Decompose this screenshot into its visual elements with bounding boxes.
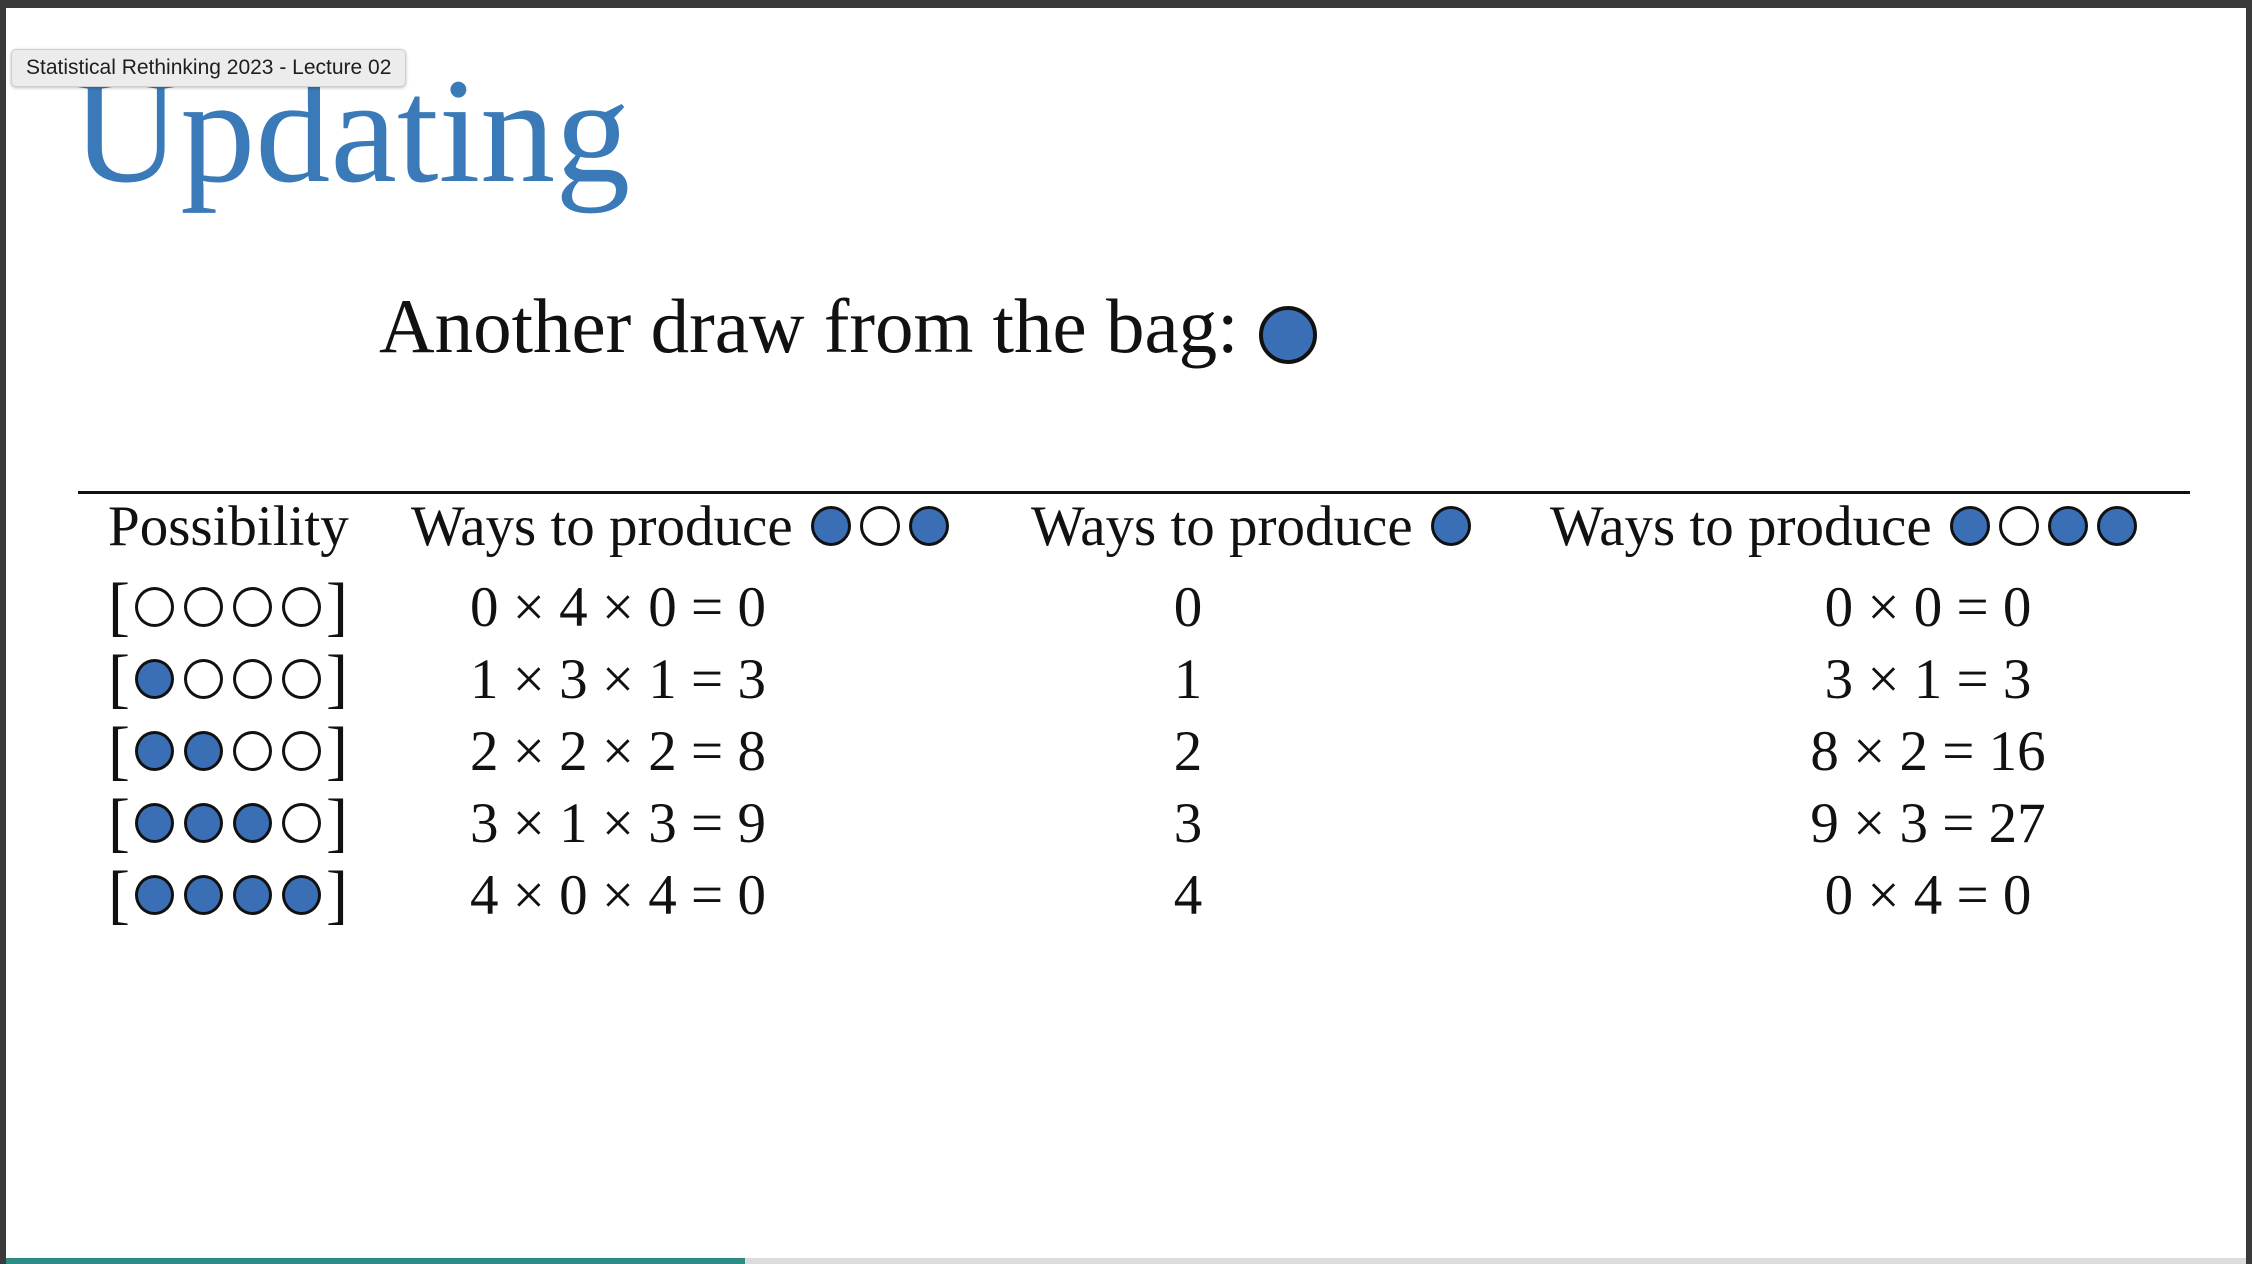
blue-marble-icon	[1430, 506, 1471, 546]
table-row: [] 2 × 2 × 2 = 8 2 8 × 2 = 16	[78, 715, 2190, 787]
subtitle-text: Another draw from the bag:	[379, 283, 1239, 369]
close-bracket: ]	[325, 714, 348, 787]
blue-marble-icon	[232, 875, 272, 915]
white-marble-icon	[134, 587, 174, 627]
new-ways-cell: 0	[1173, 575, 1203, 639]
white-marble-icon	[232, 587, 272, 627]
header-possibility: Possibility	[108, 491, 349, 561]
possibility-cell: []	[108, 787, 348, 859]
new-ways-cell: 4	[1173, 863, 1203, 927]
blue-marble-icon	[232, 803, 272, 843]
open-bracket: [	[108, 858, 130, 931]
updated-ways-cell: 3 × 1 = 3	[1824, 647, 2032, 711]
table-header: Possibility Ways to produce Ways to prod…	[78, 491, 2190, 566]
header-ways-new-label: Ways to produce	[1031, 494, 1413, 558]
updated-ways-cell: 8 × 2 = 16	[1810, 719, 2046, 783]
white-marble-icon	[281, 587, 321, 627]
white-marble-icon	[232, 731, 272, 771]
header-possibility-label: Possibility	[108, 494, 349, 558]
blue-marble-icon	[183, 803, 223, 843]
video-progress-fill	[6, 1258, 746, 1264]
blue-marble-icon	[134, 731, 174, 771]
header-ways-updated: Ways to produce	[1550, 491, 2137, 561]
open-bracket: [	[108, 570, 130, 643]
prior-ways-cell: 3 × 1 × 3 = 9	[470, 791, 766, 855]
table-row: [] 0 × 4 × 0 = 0 0 0 × 0 = 0	[78, 571, 2190, 643]
white-marble-icon	[232, 659, 272, 699]
white-marble-icon	[1998, 506, 2039, 546]
header-marble-sequence	[1949, 506, 2137, 546]
header-rule	[78, 491, 2190, 494]
prior-ways-cell: 4 × 0 × 4 = 0	[470, 863, 766, 927]
updated-ways-cell: 0 × 4 = 0	[1824, 863, 2032, 927]
prior-ways-cell: 1 × 3 × 1 = 3	[470, 647, 766, 711]
open-bracket: [	[108, 714, 130, 787]
blue-marble-icon	[908, 506, 949, 546]
blue-marble-icon	[810, 506, 851, 546]
table-row: [] 3 × 1 × 3 = 9 3 9 × 3 = 27	[78, 787, 2190, 859]
close-bracket: ]	[325, 786, 348, 859]
close-bracket: ]	[325, 858, 348, 931]
table-row: [] 4 × 0 × 4 = 0 4 0 × 4 = 0	[78, 859, 2190, 931]
blue-marble-icon	[134, 659, 174, 699]
possibility-cell: []	[108, 715, 348, 787]
table-row: [] 1 × 3 × 1 = 3 1 3 × 1 = 3	[78, 643, 2190, 715]
blue-marble-icon	[134, 803, 174, 843]
open-bracket: [	[108, 642, 130, 715]
slide-canvas: Updating Another draw from the bag: Poss…	[6, 8, 2246, 1264]
blue-marble-icon	[1258, 305, 1317, 364]
video-progress-bar[interactable]	[6, 1258, 2246, 1264]
blue-marble-icon	[134, 875, 174, 915]
slide-subtitle: Another draw from the bag:	[379, 288, 1317, 365]
white-marble-icon	[183, 659, 223, 699]
table-body: [] 0 × 4 × 0 = 0 0 0 × 0 = 0 [] 1 × 3 × 1 = 3…	[78, 571, 2190, 931]
window-frame-top	[0, 0, 2252, 8]
new-ways-cell: 1	[1173, 647, 1203, 711]
header-ways-prior: Ways to produce	[411, 491, 949, 561]
close-bracket: ]	[325, 642, 348, 715]
white-marble-icon	[859, 506, 900, 546]
blue-marble-icon	[183, 875, 223, 915]
blue-marble-icon	[2047, 506, 2088, 546]
header-ways-new: Ways to produce	[1031, 491, 1471, 561]
white-marble-icon	[183, 587, 223, 627]
updated-ways-cell: 9 × 3 = 27	[1810, 791, 2046, 855]
blue-marble-icon	[183, 731, 223, 771]
header-marble-sequence	[810, 506, 949, 546]
new-ways-cell: 2	[1173, 719, 1203, 783]
close-bracket: ]	[325, 570, 348, 643]
updated-ways-cell: 0 × 0 = 0	[1824, 575, 2032, 639]
prior-ways-cell: 2 × 2 × 2 = 8	[470, 719, 766, 783]
possibility-cell: []	[108, 859, 348, 931]
header-ways-updated-label: Ways to produce	[1550, 494, 1932, 558]
header-ways-prior-label: Ways to produce	[411, 494, 793, 558]
white-marble-icon	[281, 659, 321, 699]
open-bracket: [	[108, 786, 130, 859]
new-ways-cell: 3	[1173, 791, 1203, 855]
blue-marble-icon	[1949, 506, 1990, 546]
possibility-cell: []	[108, 643, 348, 715]
white-marble-icon	[281, 803, 321, 843]
blue-marble-icon	[281, 875, 321, 915]
blue-marble-icon	[2096, 506, 2137, 546]
window-frame-right	[2246, 0, 2252, 1264]
ways-table: Possibility Ways to produce Ways to prod…	[78, 491, 2190, 928]
prior-ways-cell: 0 × 4 × 0 = 0	[470, 575, 766, 639]
white-marble-icon	[281, 731, 321, 771]
header-marble-sequence	[1430, 506, 1471, 546]
video-title-tooltip: Statistical Rethinking 2023 - Lecture 02	[11, 49, 407, 87]
possibility-cell: []	[108, 571, 348, 643]
